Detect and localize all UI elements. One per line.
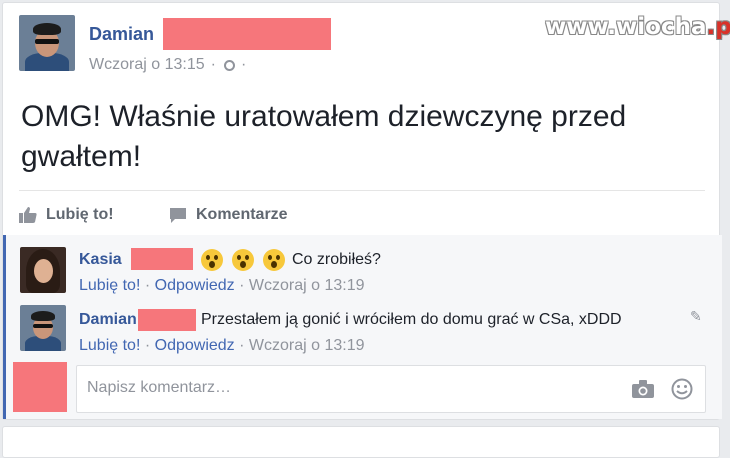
thumbs-up-icon xyxy=(19,207,37,223)
like-label: Lubię to! xyxy=(46,206,114,223)
next-post-card xyxy=(2,426,720,458)
separator: · xyxy=(144,277,155,294)
redaction-block xyxy=(131,248,193,270)
edit-pencil-icon[interactable]: ✎ xyxy=(690,308,702,325)
comment-label: Komentarze xyxy=(196,206,288,223)
redaction-block xyxy=(138,309,196,331)
separator: · xyxy=(210,56,216,73)
comment-input[interactable]: Napisz komentarz… xyxy=(76,365,706,413)
comment-button[interactable]: Komentarze xyxy=(169,206,288,224)
comment-text: Co zrobiłeś? xyxy=(292,251,381,268)
comment-input-placeholder: Napisz komentarz… xyxy=(87,379,232,396)
separator: · xyxy=(240,56,247,73)
comment-like-link[interactable]: Lubię to! xyxy=(79,277,140,294)
comment-actions: Lubię to! · Odpowiedz · Wczoraj o 13:19 xyxy=(79,337,365,355)
comment-author-name[interactable]: Kasia xyxy=(79,251,122,269)
watermark-suffix: .pl xyxy=(706,14,730,40)
comment-author-avatar[interactable] xyxy=(20,305,66,351)
post-timestamp[interactable]: Wczoraj o 13:15 xyxy=(89,56,205,74)
post-author-avatar[interactable] xyxy=(19,15,75,71)
comment-timestamp[interactable]: Wczoraj o 13:19 xyxy=(249,337,365,354)
comment-author-name[interactable]: Damian xyxy=(79,311,137,329)
post-card: Damian Wczoraj o 13:15 · · OMG! Właśnie … xyxy=(2,2,722,420)
comment-timestamp[interactable]: Wczoraj o 13:19 xyxy=(249,277,365,294)
watermark-text: www.wiocha xyxy=(545,14,707,40)
post-text: OMG! Właśnie uratowałem dziewczynę przed… xyxy=(21,100,627,173)
separator: · xyxy=(239,337,249,354)
comment-author-avatar[interactable] xyxy=(20,247,66,293)
globe-icon[interactable] xyxy=(223,59,235,71)
comment-like-link[interactable]: Lubię to! xyxy=(79,337,140,354)
comment-text: Przestałem ją gonić i wróciłem do domu g… xyxy=(201,311,622,328)
camera-icon[interactable] xyxy=(632,380,654,398)
surprised-face-icon xyxy=(263,249,285,271)
divider xyxy=(19,190,705,191)
surprised-face-icon xyxy=(201,249,223,271)
separator: · xyxy=(144,337,155,354)
comment-actions: Lubię to! · Odpowiedz · Wczoraj o 13:19 xyxy=(79,277,365,295)
like-button[interactable]: Lubię to! xyxy=(19,206,114,224)
redaction-block xyxy=(163,18,331,50)
surprised-face-icon xyxy=(232,249,254,271)
compose-avatar xyxy=(13,362,67,412)
post-author-name[interactable]: Damian xyxy=(89,24,154,45)
comment-reply-link[interactable]: Odpowiedz xyxy=(155,277,235,294)
site-watermark: www.wiocha.pl xyxy=(545,14,730,40)
post-meta: Wczoraj o 13:15 · · xyxy=(89,56,246,74)
comment-reply-link[interactable]: Odpowiedz xyxy=(155,337,235,354)
separator: · xyxy=(239,277,249,294)
smiley-icon[interactable] xyxy=(671,378,693,400)
comment-icon xyxy=(170,207,186,223)
